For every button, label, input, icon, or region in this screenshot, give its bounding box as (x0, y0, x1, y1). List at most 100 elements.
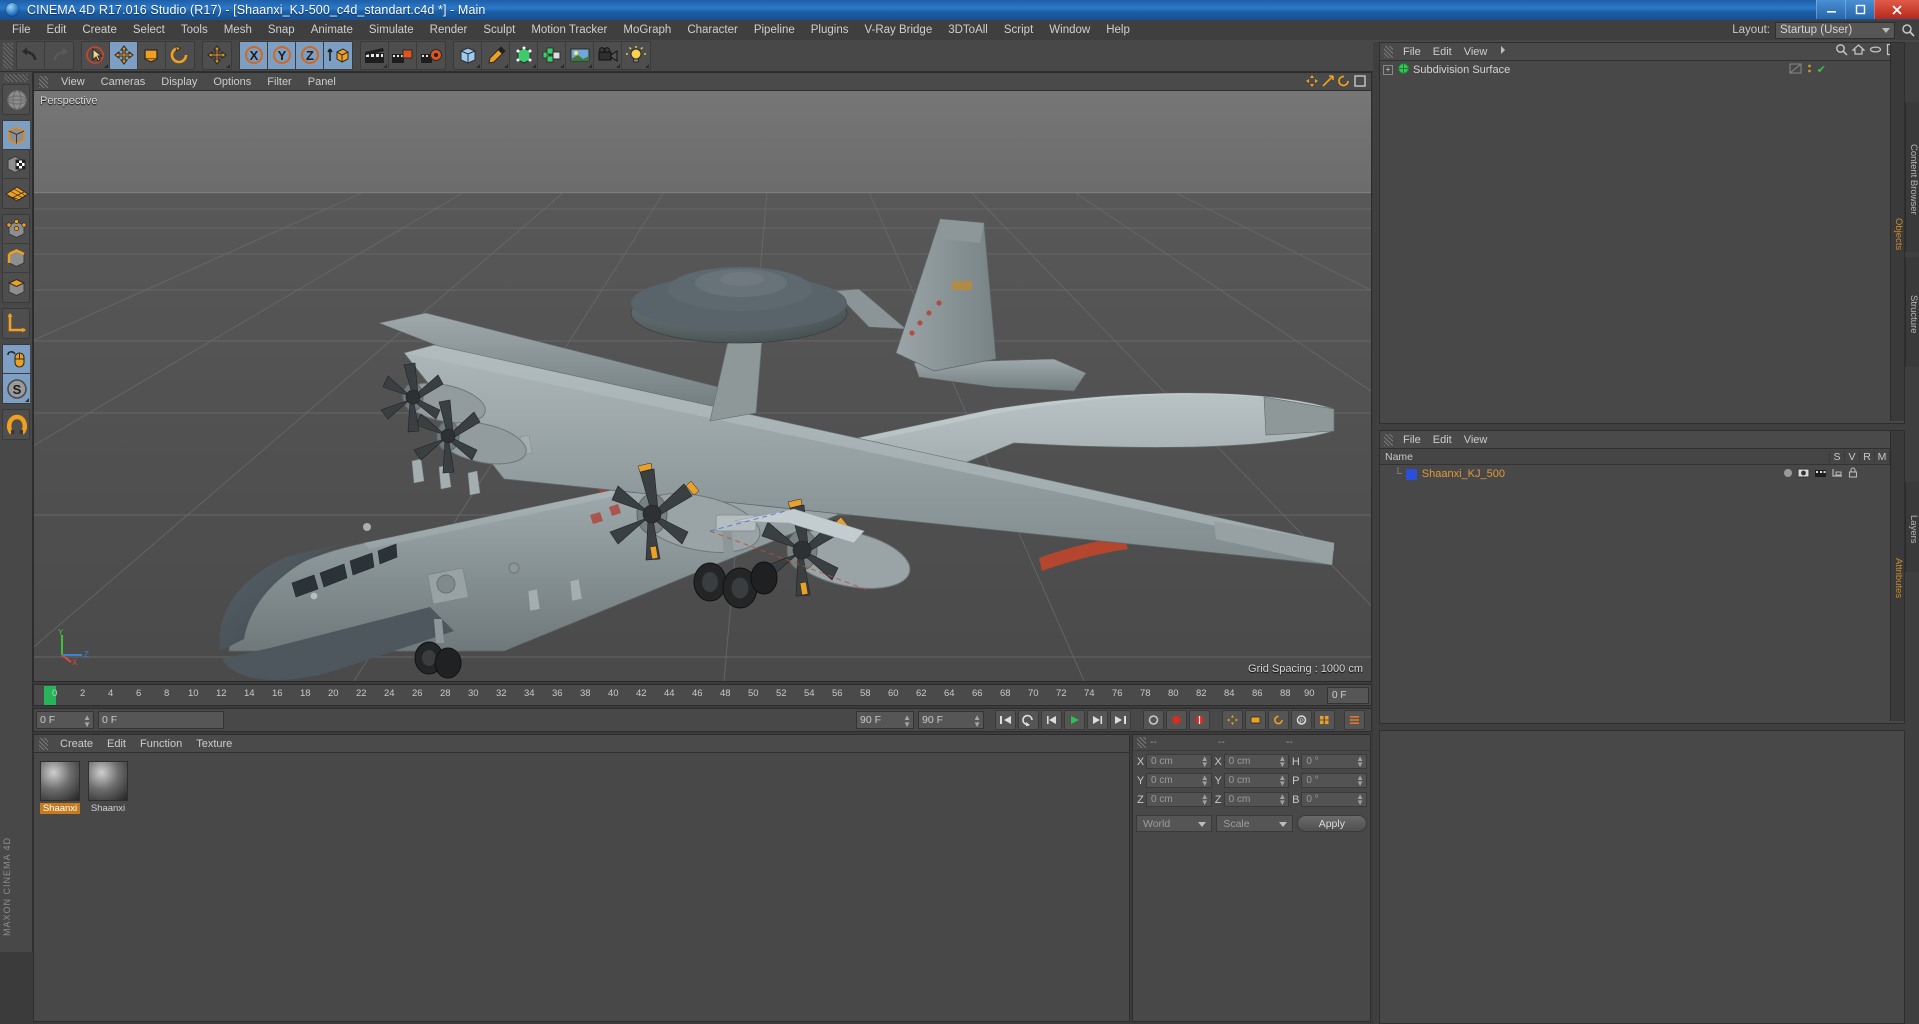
object-manager-menu-file[interactable]: File (1397, 43, 1427, 61)
add-camera-button[interactable] (594, 42, 622, 69)
maximize-view-icon[interactable] (1353, 74, 1367, 88)
coord-field-rot-b[interactable]: 0 ° ▲ ▼ (1301, 792, 1368, 807)
size-mode-select[interactable]: Scale (1216, 815, 1293, 832)
overflow-arrow-icon[interactable] (1493, 43, 1513, 61)
keyframe-selection-button[interactable] (1344, 710, 1365, 730)
move-view-icon[interactable] (1305, 74, 1319, 88)
menu-item-render[interactable]: Render (422, 20, 476, 40)
menu-item-character[interactable]: Character (679, 20, 746, 40)
spinner-icon[interactable]: ▲ ▼ (1201, 793, 1209, 807)
render-to-picture-viewer-button[interactable] (389, 42, 417, 69)
search-icon[interactable] (1835, 43, 1848, 61)
add-generator-button[interactable] (510, 42, 538, 69)
viewport-menu-grip[interactable] (39, 75, 48, 88)
menu-item-sculpt[interactable]: Sculpt (475, 20, 523, 40)
sidebar-tab-content-browser[interactable]: Content Browser (1905, 102, 1919, 252)
menu-item-help[interactable]: Help (1098, 20, 1138, 40)
menu-item-simulate[interactable]: Simulate (361, 20, 422, 40)
object-axis-button[interactable] (3, 309, 30, 338)
spinner-icon[interactable]: ▲ ▼ (1278, 774, 1286, 788)
add-primitive-cube-button[interactable] (454, 42, 482, 69)
scene-object-grip[interactable] (1384, 433, 1393, 446)
rotation-key-button[interactable] (1268, 710, 1289, 730)
make-editable-button[interactable] (3, 121, 30, 150)
points-mode-button[interactable] (3, 215, 30, 244)
menu-item-file[interactable]: File (4, 20, 39, 40)
undo-button[interactable] (17, 42, 45, 69)
object-visibility-icon[interactable] (1797, 468, 1810, 481)
object-visibility-toggle[interactable] (1789, 63, 1802, 77)
enable-axis-button[interactable] (3, 345, 30, 374)
coord-field-pos-z[interactable]: 0 cm ▲ ▼ (1146, 792, 1212, 807)
material-menu-texture[interactable]: Texture (189, 735, 239, 753)
render-settings-button[interactable] (417, 42, 445, 69)
object-layer-icon[interactable] (1831, 468, 1844, 481)
object-enabled-check[interactable]: ✔ (1817, 63, 1826, 76)
texture-mode-button[interactable] (3, 150, 30, 179)
menu-item-vray-bridge[interactable]: V-Ray Bridge (856, 20, 940, 40)
rotate-view-icon[interactable] (1337, 74, 1351, 88)
menu-item-window[interactable]: Window (1041, 20, 1098, 40)
menu-item-tools[interactable]: Tools (173, 20, 216, 40)
polygons-mode-button[interactable] (3, 273, 30, 302)
object-selection-dot[interactable] (1783, 468, 1793, 481)
viewport-menu-options[interactable]: Options (205, 73, 259, 91)
rotate-tool[interactable] (166, 42, 194, 69)
coord-field-size-y[interactable]: 0 cm ▲ ▼ (1223, 773, 1290, 788)
magnet-button[interactable] (3, 410, 30, 439)
viewport-menu-view[interactable]: View (53, 73, 93, 91)
maximize-button[interactable] (1845, 0, 1874, 19)
timeline-ruler[interactable]: 0 2 4 6 8 10 12 14 16 18 20 22 24 26 28 … (33, 684, 1372, 706)
scene-object-menu-edit[interactable]: Edit (1427, 431, 1458, 449)
scene-object-row[interactable]: └ Shaanxi_KJ_500 (1380, 465, 1904, 483)
lock-x-axis[interactable]: X (240, 42, 268, 69)
frame-field-preview-max[interactable]: 90 F ▲ ▼ (856, 711, 914, 729)
material-menu-create[interactable]: Create (53, 735, 100, 753)
sidebar-tab-structure[interactable]: Structure (1905, 257, 1919, 367)
coord-field-size-z[interactable]: 0 cm ▲ ▼ (1223, 792, 1290, 807)
spinner-icon[interactable]: ▲ ▼ (1356, 755, 1364, 769)
material-menu-function[interactable]: Function (133, 735, 189, 753)
layout-select[interactable]: Startup (User) (1775, 21, 1895, 39)
add-spline-pen-button[interactable] (482, 42, 510, 69)
viewport-canvas[interactable]: Perspective Grid Spacing : 1000 cm Y Z X (34, 91, 1371, 681)
play-forward-button[interactable] (1064, 710, 1085, 730)
timeline-current-frame[interactable]: 0 F (1327, 687, 1369, 704)
frame-field-preview-min[interactable]: 0 F (98, 711, 224, 729)
material-menu-edit[interactable]: Edit (100, 735, 133, 753)
left-toolbar-grip[interactable] (4, 74, 28, 82)
autokey-button[interactable] (1143, 710, 1164, 730)
object-dot-toggles[interactable] (1807, 63, 1812, 77)
object-render-icon[interactable] (1814, 468, 1827, 481)
viewport-menu-display[interactable]: Display (153, 73, 205, 91)
scene-object-menu-file[interactable]: File (1397, 431, 1427, 449)
objects-tab-label[interactable]: Objects (1890, 43, 1904, 421)
menu-item-pipeline[interactable]: Pipeline (746, 20, 803, 40)
home-icon[interactable] (1851, 43, 1866, 61)
menu-item-animate[interactable]: Animate (303, 20, 361, 40)
add-deformer-button[interactable] (538, 42, 566, 69)
step-back-button[interactable] (1041, 710, 1062, 730)
frame-field-max[interactable]: 90 F ▲ ▼ (918, 711, 984, 729)
spinner-icon[interactable]: ▲ ▼ (1356, 774, 1364, 788)
coordinates-grip[interactable] (1137, 737, 1146, 748)
lock-z-axis[interactable]: Z (296, 42, 324, 69)
play-backwards-button[interactable] (1018, 710, 1039, 730)
viewport-menu-filter[interactable]: Filter (259, 73, 299, 91)
object-manager-grip[interactable] (1384, 45, 1393, 58)
close-button[interactable] (1874, 0, 1919, 19)
menu-item-plugins[interactable]: Plugins (803, 20, 857, 40)
coord-field-rot-h[interactable]: 0 ° ▲ ▼ (1301, 754, 1368, 769)
pla-key-button[interactable] (1314, 710, 1335, 730)
coord-field-rot-p[interactable]: 0 ° ▲ ▼ (1301, 773, 1368, 788)
material-item[interactable]: Shaanxi (40, 761, 80, 814)
object-row-subdivision-surface[interactable]: + Subdivision Surface ✔ (1380, 61, 1904, 78)
coord-field-pos-y[interactable]: 0 cm ▲ ▼ (1146, 773, 1212, 788)
world-object-coordinates[interactable] (324, 42, 352, 69)
menu-item-script[interactable]: Script (996, 20, 1041, 40)
position-key-button[interactable] (1222, 710, 1243, 730)
menu-item-snap[interactable]: Snap (260, 20, 303, 40)
spinner-icon[interactable]: ▲ ▼ (903, 714, 911, 729)
spinner-icon[interactable]: ▲ ▼ (1201, 755, 1209, 769)
menu-item-mesh[interactable]: Mesh (216, 20, 260, 40)
